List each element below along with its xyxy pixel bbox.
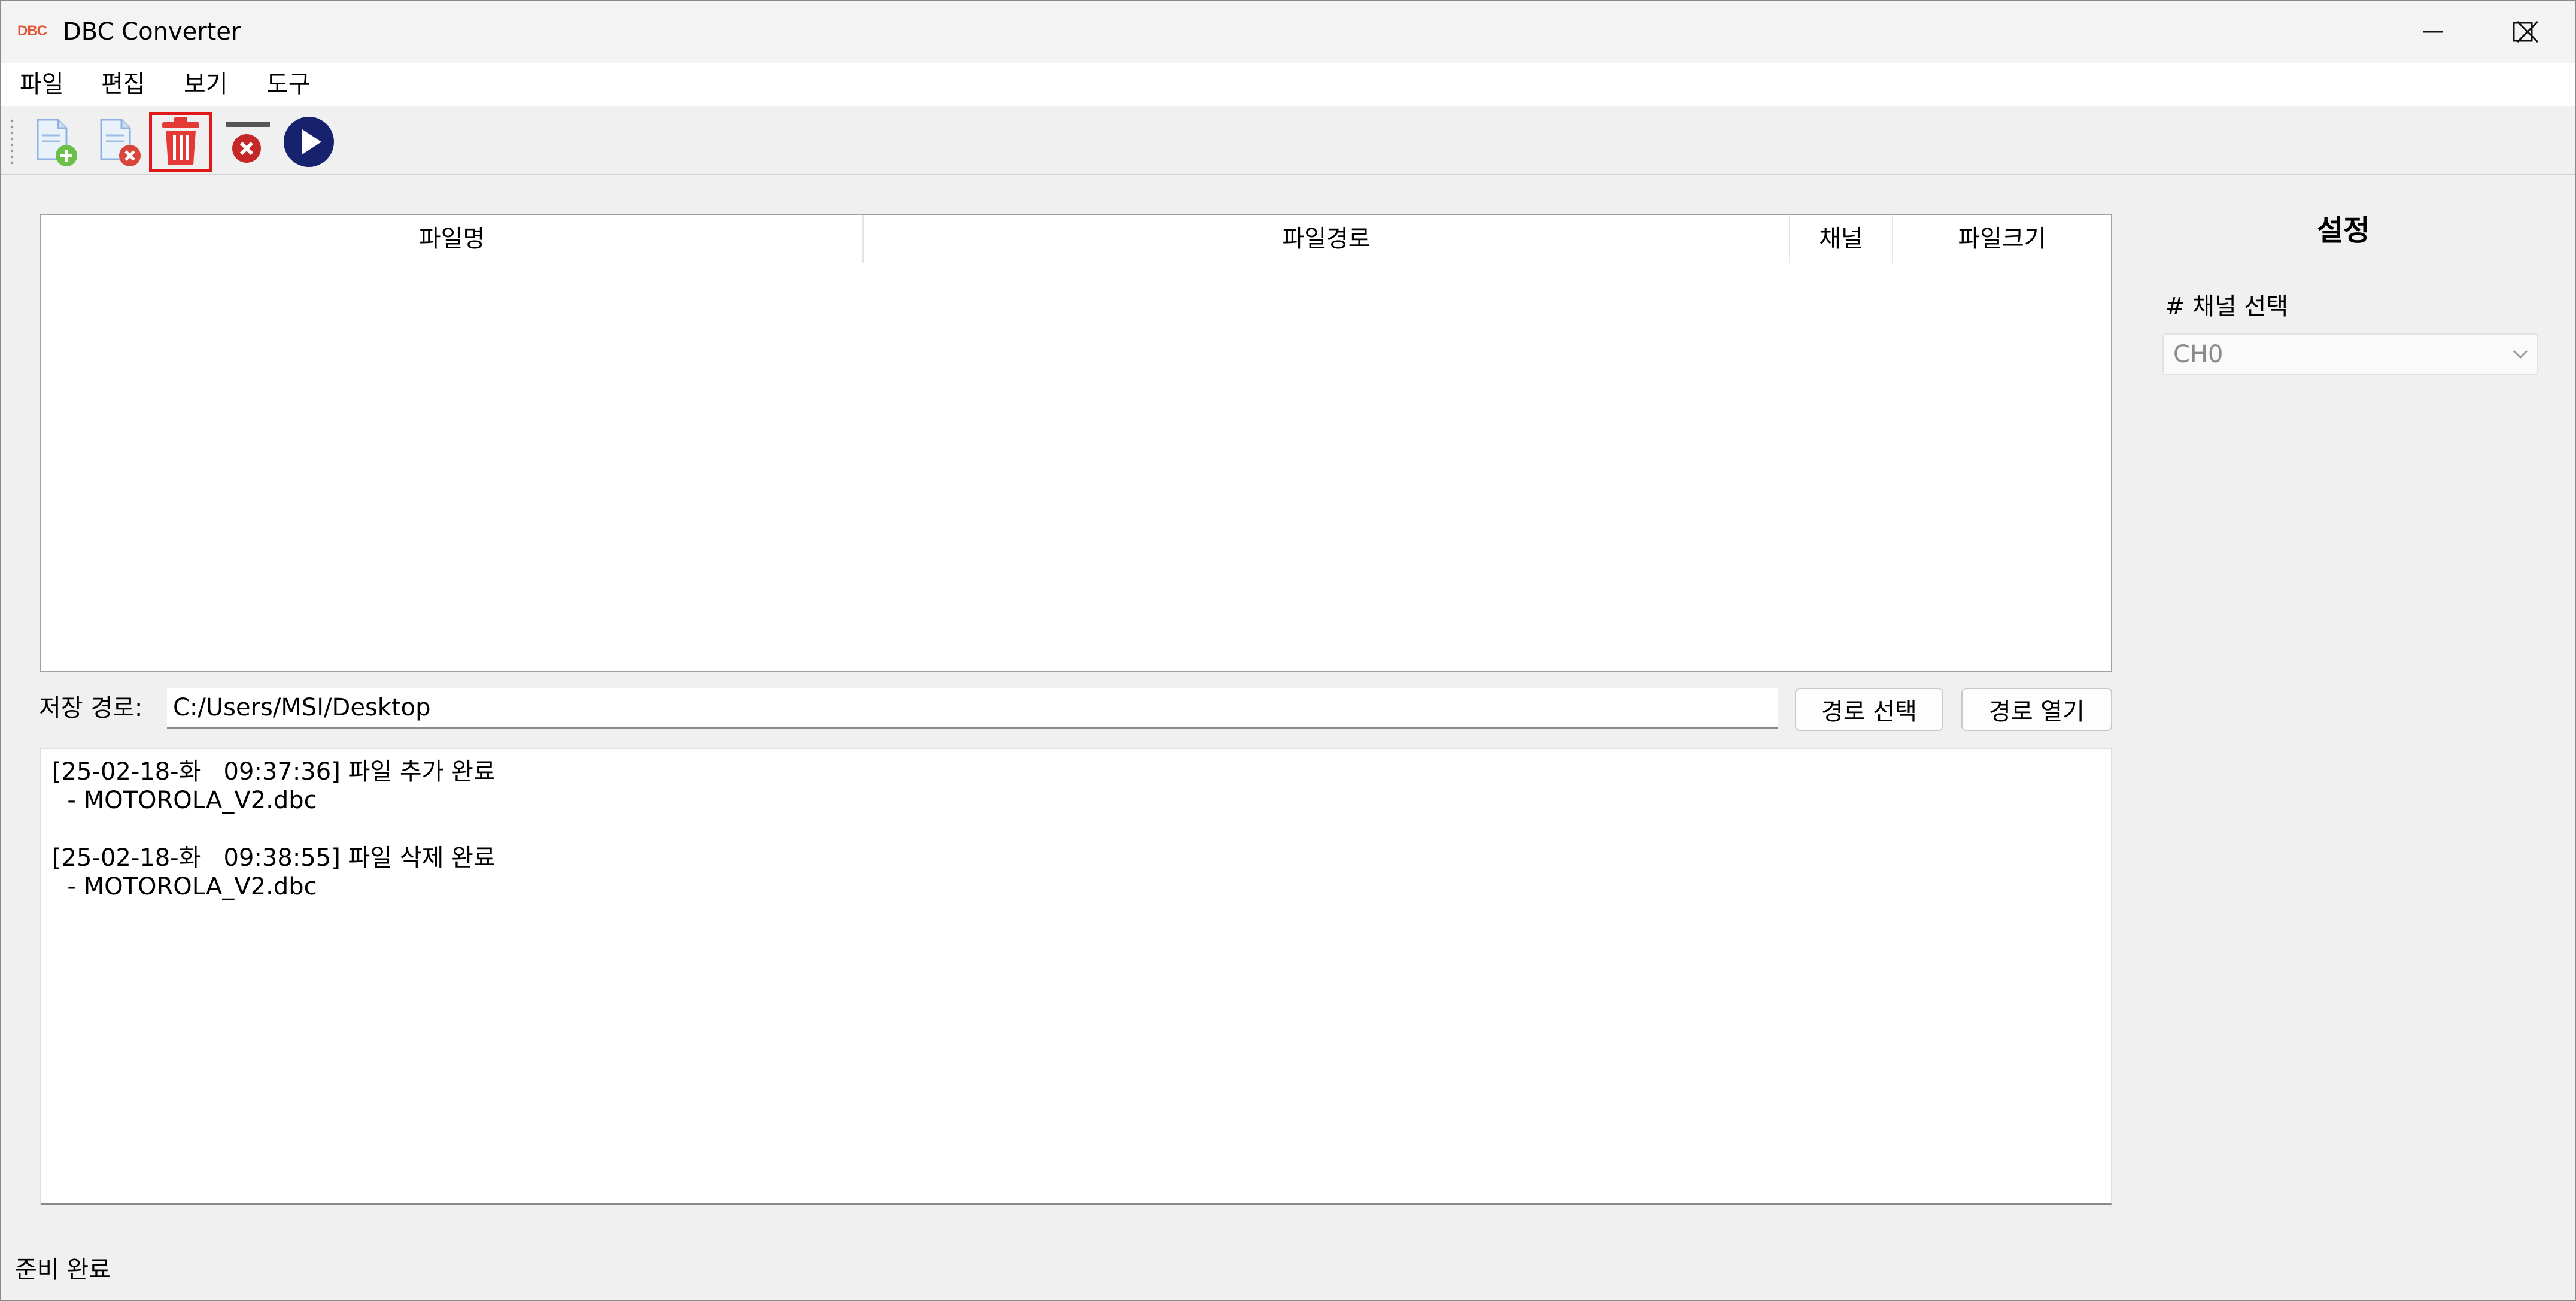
- channel-select[interactable]: CH0: [2162, 333, 2538, 375]
- minimize-button[interactable]: [2389, 1, 2477, 63]
- close-icon: [2516, 20, 2539, 43]
- save-path-input[interactable]: [167, 688, 1778, 729]
- log-line: [25-02-18-화 09:37:36] 파일 추가 완료: [52, 758, 496, 786]
- clear-button[interactable]: [215, 112, 278, 172]
- status-text: 준비 완료: [15, 1256, 111, 1284]
- play-icon: [284, 117, 334, 167]
- window-title: DBC Converter: [63, 18, 241, 46]
- open-path-button[interactable]: 경로 열기: [1961, 688, 2112, 731]
- add-file-icon: [37, 119, 77, 166]
- close-button[interactable]: [2483, 1, 2572, 63]
- channel-select-value: CH0: [2173, 341, 2223, 368]
- toolbar-grip[interactable]: [10, 118, 14, 166]
- log-output[interactable]: [25-02-18-화 09:37:36] 파일 추가 완료 - MOTOROL…: [40, 748, 2112, 1205]
- log-line: [25-02-18-화 09:38:55] 파일 삭제 완료: [52, 844, 496, 872]
- column-header-filepath[interactable]: 파일경로: [864, 215, 1790, 263]
- column-header-filesize[interactable]: 파일크기: [1893, 215, 2111, 263]
- select-path-button[interactable]: 경로 선택: [1795, 688, 1943, 731]
- channel-select-label: # 채널 선택: [2165, 293, 2289, 320]
- menu-file[interactable]: 파일: [20, 69, 64, 100]
- minimize-icon: [2423, 31, 2443, 33]
- run-button[interactable]: [277, 112, 341, 172]
- settings-title: 설정: [2317, 214, 2370, 247]
- log-line: - MOTOROLA_V2.dbc: [52, 787, 317, 814]
- remove-file-icon: [100, 119, 141, 166]
- add-file-button[interactable]: [25, 112, 88, 172]
- column-header-filename[interactable]: 파일명: [41, 215, 864, 263]
- title-bar: DBC DBC Converter: [1, 1, 2575, 63]
- menu-bar: 파일 편집 보기 도구: [1, 63, 2575, 106]
- trash-icon: [162, 117, 199, 165]
- app-window: DBC DBC Converter 파일 편집 보기 도구 파일명 파일경로 채…: [0, 0, 2576, 1301]
- menu-edit[interactable]: 편집: [101, 69, 145, 100]
- toolbar: [1, 106, 2575, 175]
- save-path-label: 저장 경로:: [39, 695, 143, 722]
- menu-tools[interactable]: 도구: [266, 69, 311, 100]
- menu-view[interactable]: 보기: [184, 69, 228, 100]
- chevron-down-icon: [2513, 350, 2528, 359]
- column-header-channel[interactable]: 채널: [1790, 215, 1893, 263]
- remove-file-button[interactable]: [88, 112, 151, 172]
- delete-button[interactable]: [149, 112, 212, 172]
- app-logo: DBC: [17, 23, 47, 39]
- log-line: - MOTOROLA_V2.dbc: [52, 873, 317, 900]
- file-table[interactable]: 파일명 파일경로 채널 파일크기: [40, 214, 2112, 672]
- clear-icon: [226, 122, 270, 163]
